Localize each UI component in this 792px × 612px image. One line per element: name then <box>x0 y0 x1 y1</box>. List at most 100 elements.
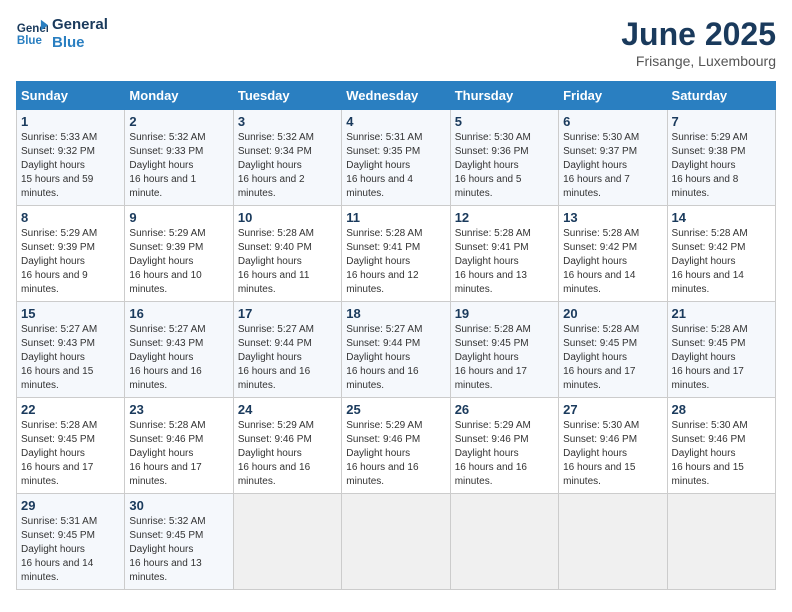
day-detail: Sunrise: 5:29 AMSunset: 9:46 PMDaylight … <box>455 419 554 489</box>
calendar-cell: 1 Sunrise: 5:33 AMSunset: 9:32 PMDaylight… <box>17 110 125 206</box>
day-detail: Sunrise: 5:28 AMSunset: 9:45 PMDaylight … <box>21 419 120 489</box>
header: General Blue General Blue June 2025 Fris… <box>16 16 776 69</box>
calendar-cell: 18 Sunrise: 5:27 AMSunset: 9:44 PMDayligh… <box>342 302 450 398</box>
calendar-cell: 30 Sunrise: 5:32 AMSunset: 9:45 PMDayligh… <box>125 494 233 590</box>
calendar-cell: 20Sunrise: 5:28 AMSunset: 9:45 PMDayligh… <box>559 302 667 398</box>
day-number: 10 <box>238 210 337 225</box>
day-detail: Sunrise: 5:33 AMSunset: 9:32 PMDaylight … <box>21 131 120 201</box>
calendar-cell: 4Sunrise: 5:31 AMSunset: 9:35 PMDaylight… <box>342 110 450 206</box>
day-detail: Sunrise: 5:28 AMSunset: 9:45 PMDaylight … <box>455 323 554 393</box>
day-detail: Sunrise: 5:30 AMSunset: 9:46 PMDaylight … <box>563 419 662 489</box>
day-number: 16 <box>129 306 228 321</box>
day-number: 27 <box>563 402 662 417</box>
day-detail: Sunrise: 5:27 AMSunset: 9:43 PMDaylight … <box>21 323 120 393</box>
day-number: 30 <box>129 498 228 513</box>
calendar-cell: 8 Sunrise: 5:29 AMSunset: 9:39 PMDaylight… <box>17 206 125 302</box>
day-number: 12 <box>455 210 554 225</box>
day-number: 1 <box>21 114 120 129</box>
day-number: 17 <box>238 306 337 321</box>
logo-blue: Blue <box>52 34 108 52</box>
day-detail: Sunrise: 5:30 AMSunset: 9:37 PMDaylight … <box>563 131 662 201</box>
day-detail: Sunrise: 5:27 AMSunset: 9:44 PMDaylight … <box>346 323 445 393</box>
day-detail: Sunrise: 5:31 AMSunset: 9:45 PMDaylight … <box>21 515 120 585</box>
calendar-cell: 28Sunrise: 5:30 AMSunset: 9:46 PMDayligh… <box>667 398 775 494</box>
day-detail: Sunrise: 5:29 AMSunset: 9:39 PMDaylight … <box>129 227 228 297</box>
calendar-cell: 22 Sunrise: 5:28 AMSunset: 9:45 PMDayligh… <box>17 398 125 494</box>
weekday-header-wednesday: Wednesday <box>342 82 450 110</box>
weekday-header-tuesday: Tuesday <box>233 82 341 110</box>
calendar-cell: 19 Sunrise: 5:28 AMSunset: 9:45 PMDayligh… <box>450 302 558 398</box>
calendar-cell: 5 Sunrise: 5:30 AMSunset: 9:36 PMDaylight… <box>450 110 558 206</box>
day-detail: Sunrise: 5:28 AMSunset: 9:42 PMDaylight … <box>672 227 771 297</box>
day-detail: Sunrise: 5:31 AMSunset: 9:35 PMDaylight … <box>346 131 445 201</box>
calendar-header: SundayMondayTuesdayWednesdayThursdayFrid… <box>17 82 776 110</box>
day-detail: Sunrise: 5:29 AMSunset: 9:38 PMDaylight … <box>672 131 771 201</box>
day-number: 6 <box>563 114 662 129</box>
calendar-cell: 2Sunrise: 5:32 AMSunset: 9:33 PMDaylight… <box>125 110 233 206</box>
calendar-cell <box>233 494 341 590</box>
day-detail: Sunrise: 5:28 AMSunset: 9:41 PMDaylight … <box>346 227 445 297</box>
calendar-cell <box>559 494 667 590</box>
day-number: 26 <box>455 402 554 417</box>
day-number: 8 <box>21 210 120 225</box>
day-detail: Sunrise: 5:28 AMSunset: 9:40 PMDaylight … <box>238 227 337 297</box>
day-detail: Sunrise: 5:27 AMSunset: 9:43 PMDaylight … <box>129 323 228 393</box>
day-number: 19 <box>455 306 554 321</box>
day-detail: Sunrise: 5:29 AMSunset: 9:39 PMDaylight … <box>21 227 120 297</box>
day-number: 15 <box>21 306 120 321</box>
calendar-week-4: 22 Sunrise: 5:28 AMSunset: 9:45 PMDayligh… <box>17 398 776 494</box>
day-number: 13 <box>563 210 662 225</box>
day-number: 29 <box>21 498 120 513</box>
day-number: 3 <box>238 114 337 129</box>
calendar-week-3: 15 Sunrise: 5:27 AMSunset: 9:43 PMDayligh… <box>17 302 776 398</box>
day-detail: Sunrise: 5:30 AMSunset: 9:36 PMDaylight … <box>455 131 554 201</box>
day-number: 23 <box>129 402 228 417</box>
day-detail: Sunrise: 5:27 AMSunset: 9:44 PMDaylight … <box>238 323 337 393</box>
day-number: 9 <box>129 210 228 225</box>
calendar-table: SundayMondayTuesdayWednesdayThursdayFrid… <box>16 81 776 590</box>
day-detail: Sunrise: 5:29 AMSunset: 9:46 PMDaylight … <box>238 419 337 489</box>
weekday-header-sunday: Sunday <box>17 82 125 110</box>
month-title: June 2025 <box>621 16 776 53</box>
day-number: 18 <box>346 306 445 321</box>
calendar-cell: 21 Sunrise: 5:28 AMSunset: 9:45 PMDayligh… <box>667 302 775 398</box>
day-detail: Sunrise: 5:28 AMSunset: 9:45 PMDaylight … <box>563 323 662 393</box>
day-detail: Sunrise: 5:28 AMSunset: 9:46 PMDaylight … <box>129 419 228 489</box>
calendar-cell: 14 Sunrise: 5:28 AMSunset: 9:42 PMDayligh… <box>667 206 775 302</box>
day-number: 22 <box>21 402 120 417</box>
calendar-cell: 23 Sunrise: 5:28 AMSunset: 9:46 PMDayligh… <box>125 398 233 494</box>
day-number: 11 <box>346 210 445 225</box>
day-number: 14 <box>672 210 771 225</box>
calendar-week-5: 29 Sunrise: 5:31 AMSunset: 9:45 PMDayligh… <box>17 494 776 590</box>
logo: General Blue General Blue <box>16 16 108 52</box>
calendar-cell: 15 Sunrise: 5:27 AMSunset: 9:43 PMDayligh… <box>17 302 125 398</box>
calendar-week-2: 8 Sunrise: 5:29 AMSunset: 9:39 PMDaylight… <box>17 206 776 302</box>
calendar-cell: 13Sunrise: 5:28 AMSunset: 9:42 PMDayligh… <box>559 206 667 302</box>
day-number: 21 <box>672 306 771 321</box>
logo-general: General <box>52 16 108 34</box>
weekday-header-monday: Monday <box>125 82 233 110</box>
day-detail: Sunrise: 5:30 AMSunset: 9:46 PMDaylight … <box>672 419 771 489</box>
day-detail: Sunrise: 5:32 AMSunset: 9:45 PMDaylight … <box>129 515 228 585</box>
calendar-cell <box>667 494 775 590</box>
calendar-cell: 25Sunrise: 5:29 AMSunset: 9:46 PMDayligh… <box>342 398 450 494</box>
svg-text:Blue: Blue <box>17 35 43 47</box>
calendar-cell: 16 Sunrise: 5:27 AMSunset: 9:43 PMDayligh… <box>125 302 233 398</box>
logo-icon: General Blue <box>16 18 48 50</box>
day-detail: Sunrise: 5:32 AMSunset: 9:34 PMDaylight … <box>238 131 337 201</box>
calendar-cell <box>342 494 450 590</box>
day-number: 7 <box>672 114 771 129</box>
calendar-cell: 9 Sunrise: 5:29 AMSunset: 9:39 PMDaylight… <box>125 206 233 302</box>
calendar-cell: 7 Sunrise: 5:29 AMSunset: 9:38 PMDaylight… <box>667 110 775 206</box>
day-number: 25 <box>346 402 445 417</box>
day-number: 2 <box>129 114 228 129</box>
title-area: June 2025 Frisange, Luxembourg <box>621 16 776 69</box>
weekday-header-friday: Friday <box>559 82 667 110</box>
day-detail: Sunrise: 5:28 AMSunset: 9:45 PMDaylight … <box>672 323 771 393</box>
weekday-header-saturday: Saturday <box>667 82 775 110</box>
day-detail: Sunrise: 5:28 AMSunset: 9:41 PMDaylight … <box>455 227 554 297</box>
day-number: 5 <box>455 114 554 129</box>
calendar-cell: 27 Sunrise: 5:30 AMSunset: 9:46 PMDayligh… <box>559 398 667 494</box>
calendar-cell: 26 Sunrise: 5:29 AMSunset: 9:46 PMDayligh… <box>450 398 558 494</box>
weekday-header-row: SundayMondayTuesdayWednesdayThursdayFrid… <box>17 82 776 110</box>
